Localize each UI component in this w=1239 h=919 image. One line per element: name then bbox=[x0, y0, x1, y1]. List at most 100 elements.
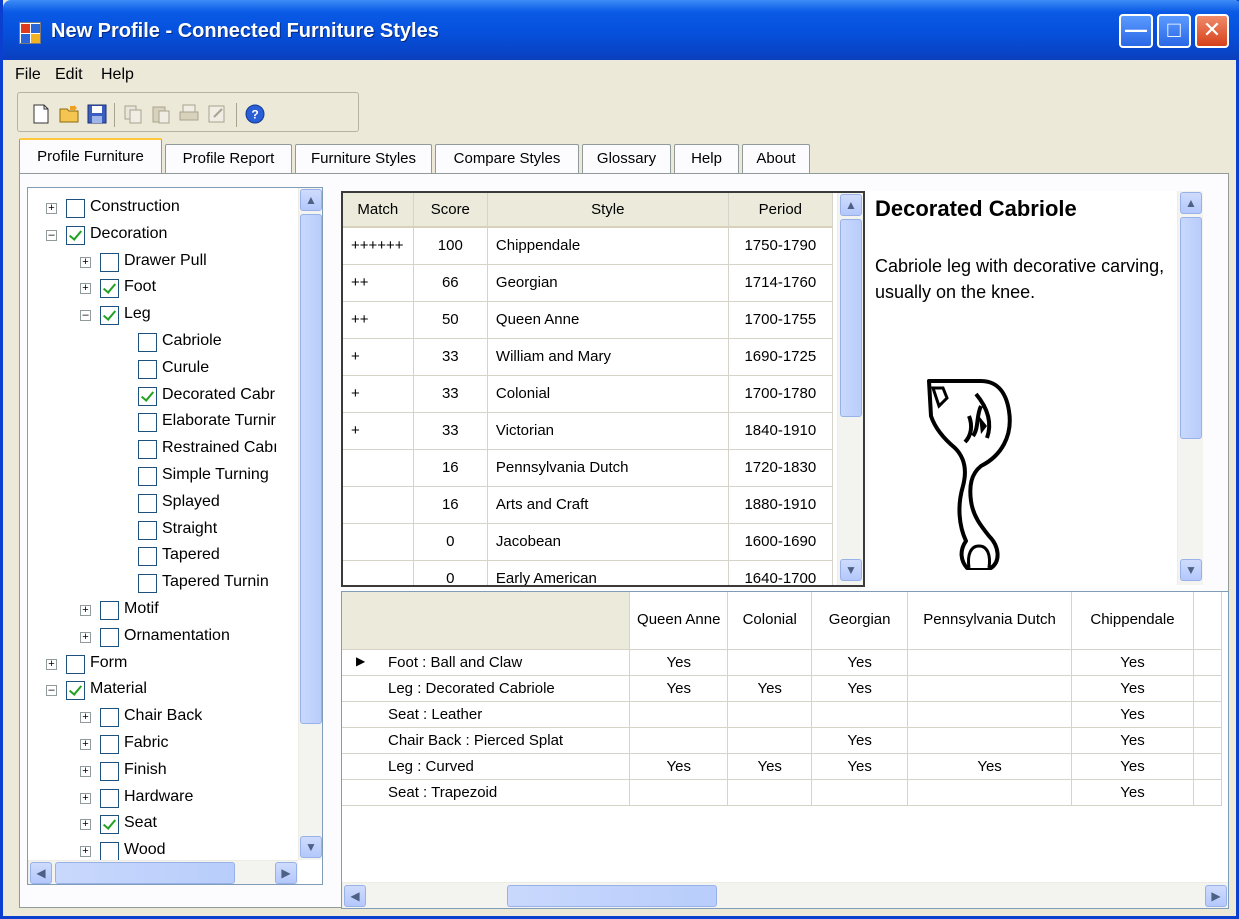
scroll-up-icon[interactable]: ▲ bbox=[840, 194, 862, 216]
tree-checkbox[interactable] bbox=[100, 252, 119, 272]
tree-checkbox[interactable] bbox=[138, 467, 157, 486]
column-header-colonial[interactable]: Colonial bbox=[727, 592, 813, 650]
tree-checkbox[interactable] bbox=[66, 681, 85, 701]
tree-checkbox[interactable] bbox=[100, 627, 119, 647]
expand-icon[interactable]: + bbox=[80, 283, 91, 295]
tree-node[interactable]: – Material bbox=[28, 680, 298, 706]
expand-icon[interactable]: + bbox=[80, 765, 91, 777]
tree-node[interactable]: + Finish bbox=[28, 761, 298, 787]
expand-icon[interactable]: + bbox=[46, 658, 57, 670]
tree-checkbox[interactable] bbox=[100, 279, 119, 299]
scroll-thumb[interactable] bbox=[55, 862, 235, 884]
table-row[interactable]: Leg : Curved Yes Yes Yes Yes Yes bbox=[342, 753, 1223, 780]
tab-about[interactable]: About bbox=[742, 144, 810, 174]
tree-checkbox[interactable] bbox=[138, 493, 157, 513]
tree-checkbox[interactable] bbox=[66, 199, 85, 218]
tab-glossary[interactable]: Glossary bbox=[582, 144, 671, 174]
column-header-style[interactable]: Style bbox=[487, 193, 729, 228]
description-scrollbar[interactable]: ▲ ▼ bbox=[1177, 191, 1203, 585]
title-bar[interactable]: New Profile - Connected Furniture Styles… bbox=[3, 0, 1239, 60]
row-header[interactable]: ▶ Foot : Ball and Claw bbox=[342, 649, 631, 676]
expand-icon[interactable]: + bbox=[80, 605, 91, 616]
row-header[interactable]: Leg : Decorated Cabriole bbox=[342, 675, 631, 702]
copy-icon[interactable] bbox=[122, 103, 144, 125]
paste-icon[interactable] bbox=[150, 103, 172, 125]
expand-icon[interactable]: + bbox=[80, 712, 91, 724]
tree-checkbox[interactable] bbox=[100, 815, 119, 835]
menu-help[interactable]: Help bbox=[101, 66, 134, 84]
collapse-icon[interactable]: – bbox=[46, 685, 57, 697]
column-header-georgian[interactable]: Georgian bbox=[811, 592, 909, 650]
tab-profile-report[interactable]: Profile Report bbox=[165, 144, 292, 174]
menu-file[interactable]: File bbox=[15, 66, 41, 84]
expand-icon[interactable]: + bbox=[80, 256, 91, 268]
table-row[interactable]: 16 Pennsylvania Dutch 1720-1830 bbox=[343, 449, 834, 487]
tree-checkbox[interactable] bbox=[100, 761, 119, 781]
tree-node[interactable]: Elaborate Turnir bbox=[28, 412, 298, 438]
scroll-thumb[interactable] bbox=[1180, 217, 1202, 439]
open-folder-icon[interactable] bbox=[58, 103, 80, 125]
properties-icon[interactable] bbox=[206, 103, 228, 125]
save-icon[interactable] bbox=[86, 103, 108, 125]
scroll-left-icon[interactable]: ◀ bbox=[30, 862, 52, 884]
scroll-thumb[interactable] bbox=[300, 214, 322, 724]
column-header-match[interactable]: Match bbox=[343, 193, 414, 228]
tree-checkbox[interactable] bbox=[138, 574, 157, 594]
tree-checkbox[interactable] bbox=[100, 601, 119, 620]
table-row[interactable]: +33 Victorian 1840-1910 bbox=[343, 412, 834, 450]
tab-help[interactable]: Help bbox=[674, 144, 739, 174]
row-header[interactable]: Chair Back : Pierced Splat bbox=[342, 727, 631, 754]
column-header-partial[interactable] bbox=[1193, 592, 1223, 650]
tree-checkbox[interactable] bbox=[138, 386, 157, 406]
table-row[interactable]: 16 Arts and Craft 1880-1910 bbox=[343, 486, 834, 524]
tree-vertical-scrollbar[interactable]: ▲ ▼ bbox=[298, 188, 322, 860]
tab-compare-styles[interactable]: Compare Styles bbox=[435, 144, 579, 174]
tree-node[interactable]: Decorated Cabr bbox=[28, 386, 298, 412]
table-row[interactable]: ++++++ 100 Chippendale 1750-1790 bbox=[343, 227, 834, 265]
expand-icon[interactable]: + bbox=[80, 739, 91, 750]
new-file-icon[interactable] bbox=[30, 103, 52, 125]
row-header[interactable]: Seat : Trapezoid bbox=[342, 779, 631, 806]
tree-node[interactable]: + Motif bbox=[28, 600, 298, 626]
tree-node[interactable]: + Ornamentation bbox=[28, 627, 298, 653]
tree-node[interactable]: Cabriole bbox=[28, 332, 298, 358]
table-row[interactable]: Seat : Leather Yes bbox=[342, 701, 1223, 728]
scroll-down-icon[interactable]: ▼ bbox=[1180, 559, 1202, 581]
print-icon[interactable] bbox=[178, 103, 200, 125]
tree-node[interactable]: + Foot bbox=[28, 278, 298, 304]
scroll-up-icon[interactable]: ▲ bbox=[300, 189, 322, 211]
tree-node[interactable]: + Construction bbox=[28, 198, 298, 224]
scroll-down-icon[interactable]: ▼ bbox=[840, 559, 862, 581]
tree-checkbox[interactable] bbox=[138, 359, 157, 379]
menu-edit[interactable]: Edit bbox=[55, 66, 83, 84]
tree-checkbox[interactable] bbox=[138, 520, 157, 540]
tree-checkbox[interactable] bbox=[100, 735, 119, 754]
tree-node[interactable]: + Seat bbox=[28, 814, 298, 840]
column-header-score[interactable]: Score bbox=[413, 193, 488, 228]
column-header-pennsylvania-dutch[interactable]: Pennsylvania Dutch bbox=[907, 592, 1073, 650]
expand-icon[interactable]: + bbox=[80, 819, 91, 831]
tree-checkbox[interactable] bbox=[138, 440, 157, 460]
scroll-right-icon[interactable]: ▶ bbox=[1205, 885, 1227, 907]
collapse-icon[interactable]: – bbox=[80, 310, 91, 322]
row-header[interactable]: Leg : Curved bbox=[342, 753, 631, 780]
tree-node[interactable]: Simple Turning bbox=[28, 466, 298, 492]
tree-node[interactable]: Splayed bbox=[28, 493, 298, 519]
tree-node[interactable]: – Leg bbox=[28, 305, 298, 331]
tree-node[interactable]: Curule bbox=[28, 359, 298, 385]
table-row[interactable]: ++ 50 Queen Anne 1700-1755 bbox=[343, 301, 834, 339]
maximize-button[interactable]: □ bbox=[1157, 14, 1191, 48]
tree-checkbox[interactable] bbox=[138, 413, 157, 433]
close-button[interactable]: ✕ bbox=[1195, 14, 1229, 48]
table-row[interactable]: +33 Colonial 1700-1780 bbox=[343, 375, 834, 413]
tab-furniture-styles[interactable]: Furniture Styles bbox=[295, 144, 432, 174]
table-row[interactable]: 0 Early American 1640-1700 bbox=[343, 560, 834, 585]
scroll-up-icon[interactable]: ▲ bbox=[1180, 192, 1202, 214]
help-icon[interactable]: ? bbox=[244, 103, 266, 125]
table-row[interactable]: Leg : Decorated Cabriole Yes Yes Yes Yes bbox=[342, 675, 1223, 702]
expand-icon[interactable]: + bbox=[80, 631, 91, 643]
scroll-left-icon[interactable]: ◀ bbox=[344, 885, 366, 907]
column-header-period[interactable]: Period bbox=[728, 193, 834, 228]
tree-node[interactable]: Tapered Turnin bbox=[28, 573, 298, 599]
expand-icon[interactable]: + bbox=[80, 792, 91, 804]
